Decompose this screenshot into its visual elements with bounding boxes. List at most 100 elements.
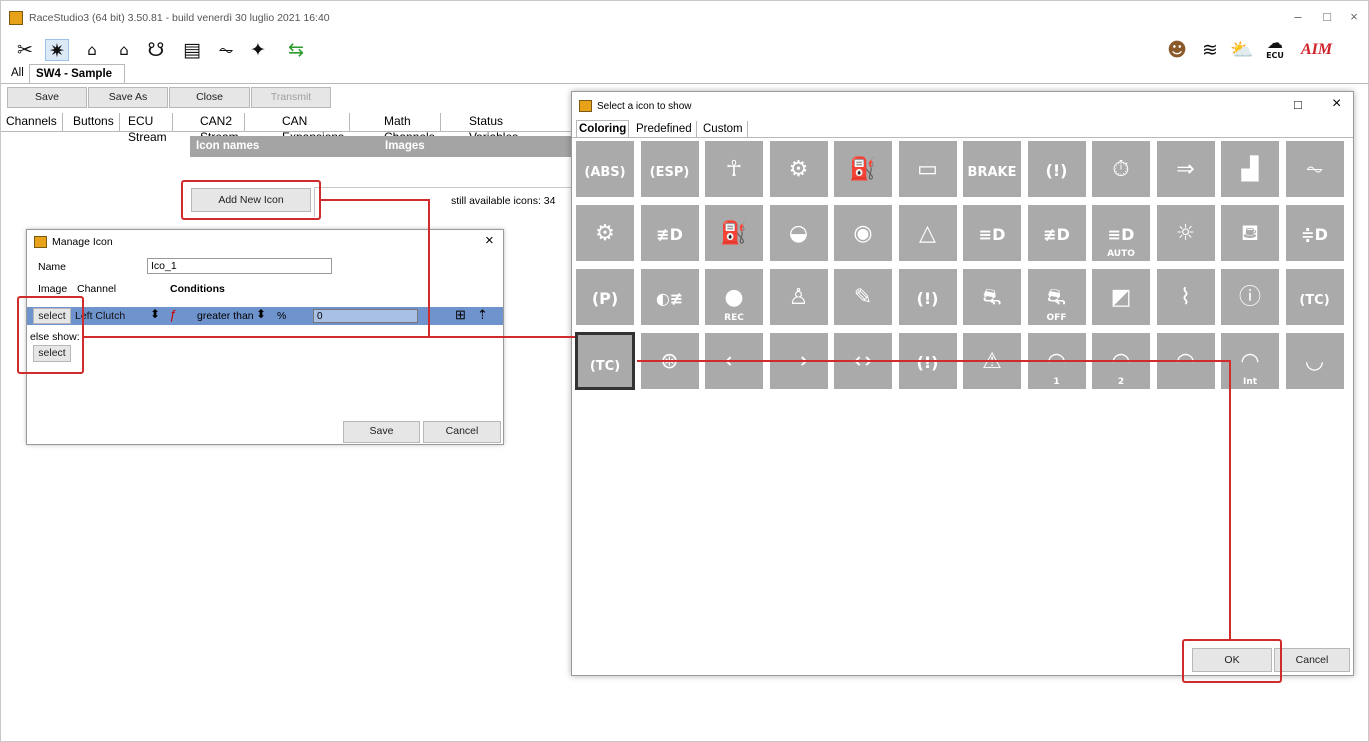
water-temp-icon[interactable]: ⏦ <box>214 39 238 61</box>
record-icon[interactable]: ● REC <box>704 268 764 326</box>
clapperboard-icon[interactable]: ▤ <box>180 39 204 61</box>
coolant-level-icon[interactable]: ▟ <box>1220 140 1280 198</box>
door-open-icon[interactable]: ◩ <box>1091 268 1151 326</box>
icon-name-input[interactable] <box>147 258 332 274</box>
brake-warning-icon[interactable]: (!) <box>1026 140 1087 198</box>
tab-math-channels[interactable]: Math Channels <box>379 113 441 144</box>
auto-light-icon[interactable]: ≡D AUTO <box>1091 204 1151 262</box>
icon-glyph: ⚙ <box>595 221 615 246</box>
fog-light-front-icon[interactable]: ≢D <box>639 204 700 262</box>
maximize-button[interactable]: □ <box>1314 7 1340 27</box>
esp-icon[interactable]: (ESP) <box>639 140 700 198</box>
fuel-pump-icon[interactable]: ⛽ <box>704 204 764 262</box>
icon-glyph: (ABS) <box>584 165 626 180</box>
service-wrench-icon[interactable]: ✎ <box>833 268 893 326</box>
conditions-label: Conditions <box>170 283 225 295</box>
select-tab-divider <box>572 137 1353 138</box>
seatbelt-icon[interactable]: ♙ <box>768 268 829 326</box>
tab-can-expansions[interactable]: CAN Expansions <box>277 113 351 144</box>
icon-sublabel: REC <box>724 313 744 323</box>
tab-can2-stream[interactable]: CAN2 Stream <box>195 113 245 144</box>
high-beam-icon[interactable]: ≡D <box>962 204 1022 262</box>
dash-2-icon[interactable]: ⌂ <box>80 39 104 61</box>
exhaust-icon[interactable]: ⇒ <box>1155 140 1216 198</box>
user-avatar-icon[interactable]: ☻ <box>1165 39 1189 61</box>
tab-custom[interactable]: Custom <box>699 121 748 137</box>
tab-buttons[interactable]: Buttons <box>68 113 120 131</box>
tire-pressure-icon[interactable]: (!) <box>897 268 958 326</box>
engine-icon[interactable]: ⚙ <box>575 204 635 262</box>
wifi-icon[interactable]: ≋ <box>1198 39 1222 61</box>
tc-icon[interactable]: (TC) <box>1284 268 1345 326</box>
position-lights-icon[interactable]: ≑D <box>1284 204 1345 262</box>
tab-predefined[interactable]: Predefined <box>632 121 697 137</box>
select-dialog-app-icon <box>579 100 592 112</box>
bulb-warning-icon[interactable]: ☼ <box>1155 204 1216 262</box>
add-condition-icon[interactable]: ⊞ <box>455 307 466 323</box>
threshold-icon[interactable]: ⇡ <box>477 307 488 323</box>
cancel-button[interactable]: Cancel <box>1274 648 1350 672</box>
airbag-icon[interactable]: ☥ <box>704 140 764 198</box>
channel-spin-icon[interactable]: ⬍ <box>150 307 160 321</box>
manage-close-icon[interactable]: × <box>485 232 494 249</box>
dash-3-icon[interactable]: ⌂ <box>112 39 136 61</box>
icon-glyph: ⏦ <box>1305 157 1324 182</box>
manage-cancel-button[interactable]: Cancel <box>423 421 501 443</box>
app-icon <box>9 11 23 25</box>
tab-ecu-stream[interactable]: ECU Stream <box>123 113 173 144</box>
wrench-screwdriver-icon[interactable]: ✂ <box>13 39 37 61</box>
icon-glyph: (TC) <box>589 359 621 374</box>
traction-off-icon[interactable]: ⛐ OFF <box>1026 268 1087 326</box>
transfer-arrows-icon[interactable]: ⇆ <box>284 39 308 61</box>
traction-slip-icon[interactable]: ⛐ <box>962 268 1022 326</box>
transmission-warning-icon[interactable]: ⚙ <box>768 140 829 198</box>
gear-add-icon[interactable]: ✦ <box>246 39 270 61</box>
icon-glyph: ⓘ <box>1238 285 1261 310</box>
save-button[interactable]: Save <box>7 87 87 108</box>
track-map-icon[interactable]: ☋ <box>144 39 168 61</box>
condition-value-input[interactable] <box>313 309 418 323</box>
close-window-button[interactable]: × <box>1341 7 1367 27</box>
device-cloud-icon[interactable]: ⛅ <box>1230 39 1254 61</box>
windshield-icon[interactable]: ◒ <box>768 204 829 262</box>
ecu-cloud-icon[interactable]: ☁ ECU <box>1263 35 1287 61</box>
transmit-button[interactable]: Transmit <box>251 87 331 108</box>
icon-glyph: ⏱ <box>1112 157 1130 182</box>
select-dialog-title: Select a icon to show <box>597 101 692 112</box>
tab-sw4-sample[interactable]: SW4 - Sample ✂ <box>29 64 125 97</box>
select-close-icon[interactable]: × <box>1332 95 1341 113</box>
tab-channels[interactable]: Channels <box>1 113 63 131</box>
close-config-button[interactable]: Close <box>169 87 250 108</box>
icon-glyph: ⛾ <box>1241 221 1259 246</box>
battery-icon[interactable]: ▭ <box>897 140 958 198</box>
low-beam-icon[interactable]: ≢D <box>1026 204 1087 262</box>
rear-fog-icon[interactable]: ◐≢ <box>639 268 700 326</box>
save-as-button[interactable]: Save As <box>88 87 168 108</box>
icon-glyph: ♙ <box>788 285 809 310</box>
manage-save-button[interactable]: Save <box>343 421 420 443</box>
tab-coloring[interactable]: Coloring <box>576 120 630 137</box>
select-maximize-button[interactable]: □ <box>1294 97 1302 112</box>
tab-all[interactable]: All <box>5 64 30 83</box>
brake-text-icon[interactable]: BRAKE <box>962 140 1022 198</box>
fuel-can-icon[interactable]: ⛽ <box>833 140 893 198</box>
tc-slip-icon[interactable]: (TC) <box>575 332 635 390</box>
operator-spin-icon[interactable]: ⬍ <box>256 307 266 321</box>
icon-names-column: Icon names <box>196 140 260 152</box>
coolant-temp-icon[interactable]: ⏦ <box>1284 140 1345 198</box>
function-icon[interactable]: ƒ <box>169 307 176 322</box>
icon-glyph: ⛐ <box>1047 285 1066 310</box>
config-gear-icon[interactable]: ✷ <box>45 39 69 62</box>
oil-pressure-icon[interactable]: ⛾ <box>1220 204 1280 262</box>
abs-icon[interactable]: (ABS) <box>575 140 635 198</box>
hazard-icon[interactable]: △ <box>897 204 958 262</box>
fuel-filter-icon[interactable]: ◉ <box>833 204 893 262</box>
info-icon[interactable]: ⓘ <box>1220 268 1280 326</box>
operator-value[interactable]: greater than <box>197 310 254 322</box>
suspension-icon[interactable]: ⌇ <box>1155 268 1216 326</box>
minimize-button[interactable]: – <box>1285 7 1311 27</box>
parking-brake-icon[interactable]: (P) <box>575 268 635 326</box>
stopwatch-icon[interactable]: ⏱ <box>1091 140 1151 198</box>
tab-status-variables[interactable]: Status Variables <box>464 113 523 144</box>
windscreen-icon[interactable]: ◡ <box>1284 332 1345 390</box>
